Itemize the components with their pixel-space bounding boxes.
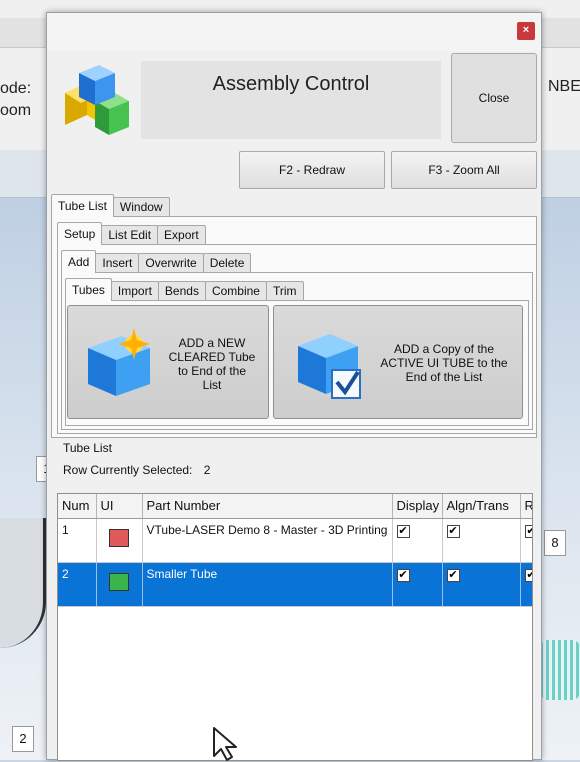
row-part-number[interactable]: VTube-LASER Demo 8 - Master - 3D Printin… [142,518,393,563]
add-tabs: Tubes Import Bends Combine Trim [65,277,304,301]
ui-color-swatch[interactable] [109,528,129,547]
row-r[interactable]: ✔ [520,562,532,607]
tab-combine[interactable]: Combine [204,281,267,301]
tab-tubes[interactable]: Tubes [65,278,112,301]
row-ui-color[interactable] [96,518,143,563]
copy-cube-check-icon [298,334,361,399]
row-part-number[interactable]: Smaller Tube [142,562,393,607]
viewport-label-2: 2 [12,726,34,752]
tube-table: Num UI Part Number Display Algn/Trans R … [58,494,532,607]
ui-color-swatch[interactable] [109,572,129,591]
row-num: 2 [58,562,97,607]
row-selected-text: Row Currently Selected: [63,463,193,477]
viewport-label-8: 8 [544,530,566,556]
tab-insert[interactable]: Insert [95,253,140,273]
add-copy-tube-text: ADD a Copy of the ACTIVE UI TUBE to the … [370,342,518,384]
action-tabs: Add Insert Overwrite Delete [61,249,252,273]
table-row[interactable]: 1 VTube-LASER Demo 8 - Master - 3D Print… [58,518,532,563]
add-copy-line-2: ACTIVE UI TUBE to the [380,356,508,370]
zoom-all-button[interactable]: F3 - Zoom All [391,151,537,189]
main-tabs: Tube List Window [51,193,170,217]
tab-delete[interactable]: Delete [202,253,252,273]
algn-trans-checkbox[interactable]: ✔ [446,568,460,582]
background-mode-text: ode: oom [0,78,31,122]
row-algn-trans[interactable]: ✔ [442,518,521,563]
dialog-titlebar[interactable]: × [47,13,541,51]
column-header-display[interactable]: Display [392,494,443,519]
background-tube-right [540,640,580,700]
r-checkbox[interactable]: ✔ [524,524,532,538]
tab-window[interactable]: Window [112,197,170,217]
column-header-ui[interactable]: UI [96,494,143,519]
title-panel: Assembly Control [141,61,441,139]
setup-tabs: Setup List Edit Export [57,221,206,245]
add-new-line-4: List [202,378,222,392]
r-checkbox[interactable]: ✔ [524,568,532,582]
tab-bends[interactable]: Bends [157,281,206,301]
column-header-part-number[interactable]: Part Number [142,494,393,519]
algn-trans-checkbox[interactable]: ✔ [446,524,460,538]
dialog-title: Assembly Control [212,73,370,95]
tab-overwrite[interactable]: Overwrite [138,253,204,273]
tab-add[interactable]: Add [61,250,97,273]
add-new-tube-button[interactable]: ADD a NEW CLEARED Tube to End of the Lis… [67,305,269,419]
row-selected-value: 2 [203,463,211,477]
add-new-tube-text: ADD a NEW CLEARED Tube to End of the Lis… [160,336,264,392]
display-checkbox[interactable]: ✔ [396,568,410,582]
add-copy-line-3: End of the List [405,370,483,384]
table-row-selected[interactable]: 2 Smaller Tube ✔ ✔ ✔ [58,562,532,607]
row-algn-trans[interactable]: ✔ [442,562,521,607]
cubes-logo-icon [65,65,129,135]
row-display[interactable]: ✔ [392,518,443,563]
tab-tube-list[interactable]: Tube List [51,194,114,217]
assembly-control-dialog: × Assembly Control Close F2 - Redraw F3 … [46,12,542,761]
column-header-num[interactable]: Num [58,494,97,519]
row-num: 1 [58,518,97,563]
tab-list-edit[interactable]: List Edit [101,225,159,245]
close-button[interactable]: Close [451,53,537,143]
tab-trim[interactable]: Trim [265,281,304,301]
display-checkbox[interactable]: ✔ [396,524,410,538]
mouse-cursor-icon [213,727,237,761]
table-header-row: Num UI Part Number Display Algn/Trans R [58,494,532,519]
add-copy-line-1: ADD a Copy of the [393,342,495,356]
row-ui-color[interactable] [96,562,143,607]
tube-list-label: Tube List [63,441,112,455]
close-icon[interactable]: × [517,22,535,40]
new-cube-icon [88,328,150,396]
redraw-button[interactable]: F2 - Redraw [239,151,385,189]
add-new-line-1: ADD a NEW [178,336,246,350]
add-new-line-2: CLEARED Tube [168,350,256,364]
background-mode-label: ode: [0,80,32,97]
column-header-algn-trans[interactable]: Algn/Trans [442,494,521,519]
tube-list-table[interactable]: Num UI Part Number Display Algn/Trans R … [57,493,533,761]
tab-export[interactable]: Export [157,225,206,245]
column-header-r[interactable]: R [520,494,532,519]
add-new-line-3: to End of the [177,364,247,378]
tab-setup[interactable]: Setup [57,222,103,245]
tab-import[interactable]: Import [110,281,159,301]
background-zoom-label: oom [0,102,32,119]
row-r[interactable]: ✔ [520,518,532,563]
row-display[interactable]: ✔ [392,562,443,607]
add-copy-tube-button[interactable]: ADD a Copy of the ACTIVE UI TUBE to the … [273,305,523,419]
background-right-text: NBE [548,78,580,95]
row-selected-label: Row Currently Selected: 2 [63,463,210,477]
